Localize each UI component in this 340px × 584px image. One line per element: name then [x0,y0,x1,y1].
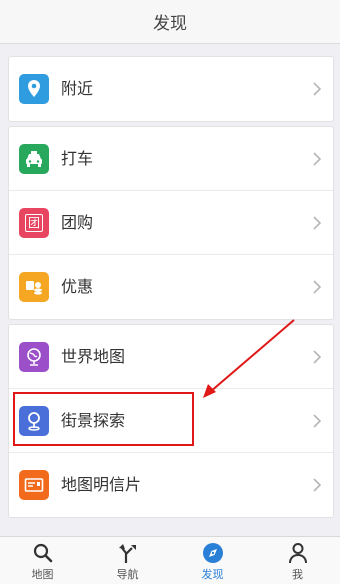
list-item-coupon[interactable]: 优惠 [9,255,333,319]
list-item-label: 团购 [61,213,94,232]
search-icon [33,543,52,563]
person-icon [288,543,307,564]
chevron-right-icon [313,280,321,294]
list-item-label: 优惠 [61,277,94,296]
list-item-street-view[interactable]: 街景探索 [9,389,333,453]
list-item-label: 街景探索 [61,411,126,430]
taxi-icon [19,144,49,174]
tab-discover[interactable]: 发现 [170,537,255,584]
coupon-coins-icon [19,272,49,302]
tab-navigation[interactable]: 导航 [85,537,170,584]
tab-label: 地图 [31,568,54,581]
chevron-right-icon [313,478,321,492]
list-item-world-map[interactable]: 世界地图 [9,325,333,389]
postcard-icon [19,470,49,500]
globe-icon [19,342,49,372]
group-services: 打车 团 团购 优惠 [8,126,334,320]
list-item-group-buy[interactable]: 团 团购 [9,191,333,255]
chevron-right-icon [313,414,321,428]
list-item-label: 世界地图 [61,347,126,366]
chevron-right-icon [313,82,321,96]
top-bar: 发现 [0,0,340,44]
list-item-label: 地图明信片 [61,475,142,494]
list-item-taxi[interactable]: 打车 [9,127,333,191]
chevron-right-icon [313,216,321,230]
tab-label: 导航 [116,568,139,581]
tab-me[interactable]: 我 [255,537,340,584]
location-pin-icon [19,74,49,104]
list-item-nearby[interactable]: 附近 [9,57,333,121]
bottom-tab-bar: 地图 导航 发现 我 [0,536,340,584]
page-title: 发现 [153,14,187,34]
tab-label: 我 [292,568,303,581]
chevron-right-icon [313,350,321,364]
group-nearby: 附近 [8,56,334,122]
navigation-fork-icon [118,544,136,563]
group-buy-icon: 团 [19,208,49,238]
streetview-pin-icon [19,406,49,436]
chevron-right-icon [313,152,321,166]
tab-label: 发现 [201,568,224,581]
compass-icon [202,543,223,563]
group-maps: 世界地图 街景探索 地图明信片 [8,324,334,518]
list-item-label: 附近 [61,79,94,98]
list-item-postcard[interactable]: 地图明信片 [9,453,333,517]
group-buy-glyph: 团 [25,214,43,232]
tab-map[interactable]: 地图 [0,537,85,584]
list-item-label: 打车 [61,149,94,168]
